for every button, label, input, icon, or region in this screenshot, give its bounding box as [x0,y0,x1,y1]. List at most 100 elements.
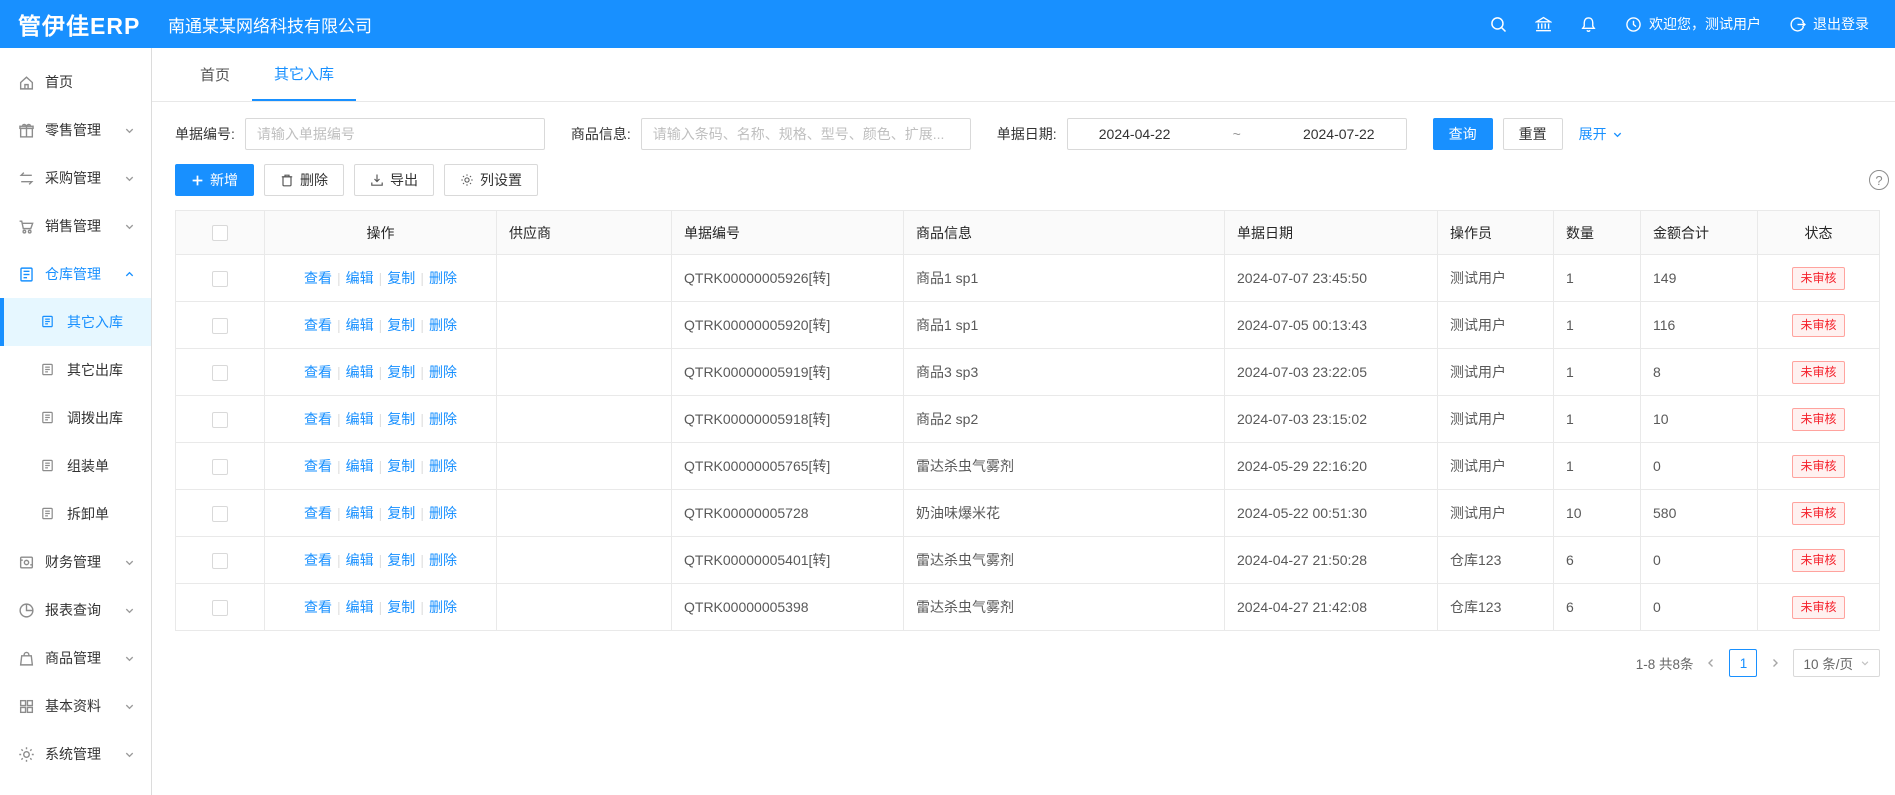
delete-link[interactable]: 删除 [429,599,457,615]
row-checkbox[interactable] [212,271,228,287]
delete-button[interactable]: 删除 [264,164,344,196]
search-button[interactable]: 查询 [1433,118,1493,150]
column-settings-button[interactable]: 列设置 [444,164,538,196]
delete-link[interactable]: 删除 [429,458,457,474]
sidebar-item-other-inbound[interactable]: 其它入库 [0,298,151,346]
gear-icon [18,746,35,763]
user-welcome[interactable]: 欢迎您，测试用户 [1625,14,1761,34]
sidebar-item-goods[interactable]: 商品管理 [0,634,151,682]
delete-link[interactable]: 删除 [429,317,457,333]
main-content: 首页 其它入库 单据编号: 商品信息: 单据日期: 2024-04-22 ~ 2… [152,48,1895,795]
view-link[interactable]: 查看 [304,458,332,474]
cell-amount: 580 [1641,490,1758,537]
sidebar-item-transfer-outbound[interactable]: 调拨出库 [0,394,151,442]
date-range-picker[interactable]: 2024-04-22 ~ 2024-07-22 [1067,118,1407,150]
sidebar-item-disassembly[interactable]: 拆卸单 [0,490,151,538]
bank-icon[interactable] [1535,16,1552,33]
view-link[interactable]: 查看 [304,317,332,333]
tab-home[interactable]: 首页 [178,48,252,101]
chevron-down-icon [124,749,135,760]
date-from[interactable]: 2024-04-22 [1099,126,1171,142]
edit-link[interactable]: 编辑 [346,599,374,615]
sidebar-item-retail[interactable]: 零售管理 [0,106,151,154]
delete-link[interactable]: 删除 [429,411,457,427]
help-icon[interactable]: ? [1869,170,1889,190]
sidebar-item-basic-data[interactable]: 基本资料 [0,682,151,730]
view-link[interactable]: 查看 [304,270,332,286]
cell-doc-no: QTRK00000005401[转] [672,537,904,584]
cell-product: 奶油味爆米花 [904,490,1225,537]
expand-toggle[interactable]: 展开 [1579,124,1623,144]
row-checkbox[interactable] [212,553,228,569]
copy-link[interactable]: 复制 [387,317,415,333]
filter-row: 单据编号: 商品信息: 单据日期: 2024-04-22 ~ 2024-07-2… [175,118,1895,150]
date-to[interactable]: 2024-07-22 [1303,126,1375,142]
doc-icon [40,410,57,427]
edit-link[interactable]: 编辑 [346,458,374,474]
cell-amount: 0 [1641,443,1758,490]
delete-link[interactable]: 删除 [429,552,457,568]
add-button[interactable]: 新增 [175,164,254,196]
delete-link[interactable]: 删除 [429,270,457,286]
logout-button[interactable]: 退出登录 [1789,14,1869,34]
row-checkbox[interactable] [212,365,228,381]
reset-button[interactable]: 重置 [1503,118,1563,150]
edit-link[interactable]: 编辑 [346,411,374,427]
doc-no-input[interactable] [245,118,545,150]
sidebar-item-label: 拆卸单 [67,504,109,524]
table-row: 查看|编辑|复制|删除 QTRK00000005398 雷达杀虫气雾剂 2024… [176,584,1880,631]
page-number[interactable]: 1 [1729,649,1757,677]
sidebar-item-sales[interactable]: 销售管理 [0,202,151,250]
select-all-checkbox[interactable] [212,225,228,241]
copy-link[interactable]: 复制 [387,411,415,427]
next-page-icon[interactable] [1769,657,1781,669]
row-checkbox[interactable] [212,459,228,475]
row-checkbox[interactable] [212,600,228,616]
sidebar-item-reports[interactable]: 报表查询 [0,586,151,634]
search-icon[interactable] [1490,16,1507,33]
view-link[interactable]: 查看 [304,552,332,568]
edit-link[interactable]: 编辑 [346,552,374,568]
tab-other-inbound[interactable]: 其它入库 [252,48,356,101]
col-actions: 操作 [265,211,497,255]
copy-link[interactable]: 复制 [387,458,415,474]
row-checkbox[interactable] [212,318,228,334]
product-input[interactable] [641,118,971,150]
cell-operator: 测试用户 [1438,490,1554,537]
cell-operator: 仓库123 [1438,537,1554,584]
sidebar-item-purchase[interactable]: 采购管理 [0,154,151,202]
delete-link[interactable]: 删除 [429,364,457,380]
row-checkbox[interactable] [212,412,228,428]
cell-doc-no: QTRK00000005918[转] [672,396,904,443]
sidebar-item-label: 商品管理 [45,648,101,668]
view-link[interactable]: 查看 [304,599,332,615]
copy-link[interactable]: 复制 [387,599,415,615]
bell-icon[interactable] [1580,16,1597,33]
edit-link[interactable]: 编辑 [346,270,374,286]
sidebar-item-warehouse[interactable]: 仓库管理 [0,250,151,298]
copy-link[interactable]: 复制 [387,505,415,521]
copy-link[interactable]: 复制 [387,270,415,286]
edit-link[interactable]: 编辑 [346,505,374,521]
chevron-up-icon [124,269,135,280]
copy-link[interactable]: 复制 [387,364,415,380]
sidebar-item-finance[interactable]: 财务管理 [0,538,151,586]
row-checkbox[interactable] [212,506,228,522]
view-link[interactable]: 查看 [304,505,332,521]
export-button[interactable]: 导出 [354,164,434,196]
logout-text: 退出登录 [1813,14,1869,34]
delete-link[interactable]: 删除 [429,505,457,521]
copy-link[interactable]: 复制 [387,552,415,568]
cell-supplier [497,396,672,443]
view-link[interactable]: 查看 [304,364,332,380]
edit-link[interactable]: 编辑 [346,317,374,333]
view-link[interactable]: 查看 [304,411,332,427]
sidebar-item-home[interactable]: 首页 [0,58,151,106]
sidebar-item-other-outbound[interactable]: 其它出库 [0,346,151,394]
page-size-select[interactable]: 10 条/页 [1793,649,1880,677]
sidebar-item-system[interactable]: 系统管理 [0,730,151,778]
prev-page-icon[interactable] [1705,657,1717,669]
edit-link[interactable]: 编辑 [346,364,374,380]
sidebar-item-label: 销售管理 [45,216,101,236]
sidebar-item-assembly[interactable]: 组装单 [0,442,151,490]
